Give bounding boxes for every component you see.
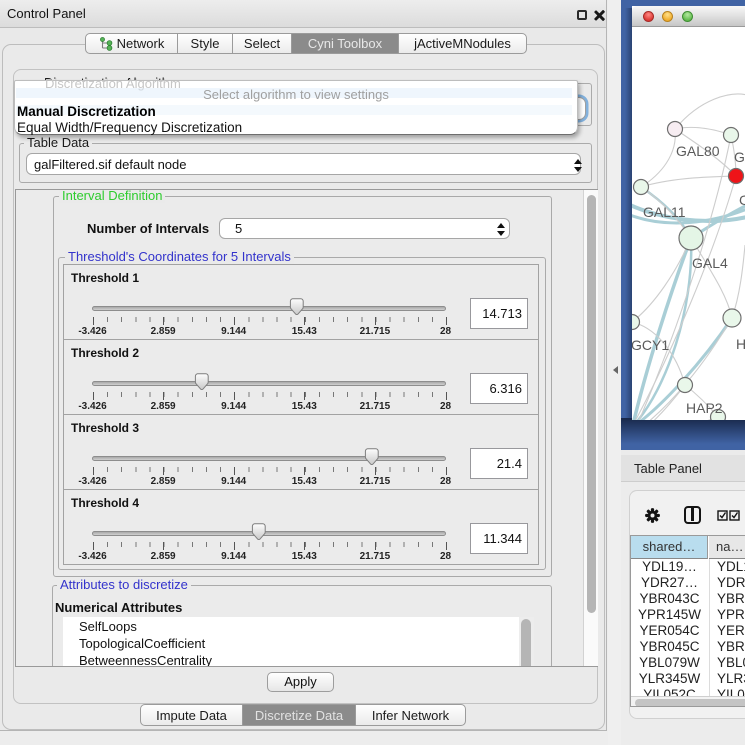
svg-text:GAL4: GAL4 [692, 255, 728, 271]
svg-text:GCY1: GCY1 [632, 337, 669, 353]
svg-text:H: H [736, 336, 745, 352]
svg-text:HAP2: HAP2 [686, 400, 723, 416]
svg-text:GAL80: GAL80 [676, 143, 720, 159]
svg-text:GAL11: GAL11 [643, 204, 686, 220]
svg-text:GA: GA [734, 149, 745, 165]
svg-text:C: C [739, 192, 745, 208]
